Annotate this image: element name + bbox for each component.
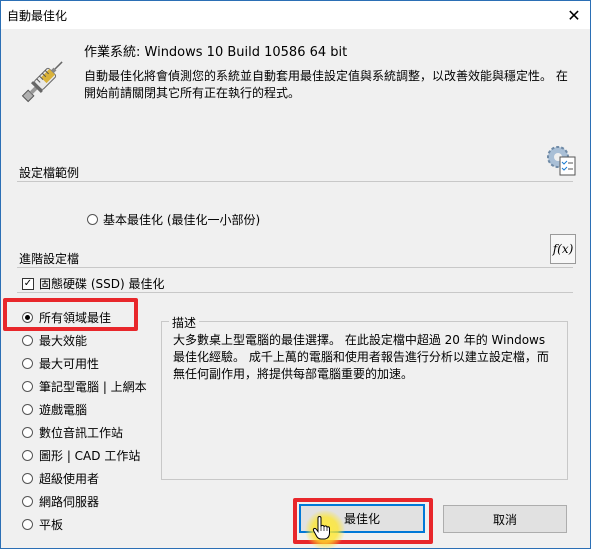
- option-radio[interactable]: [22, 427, 33, 438]
- option-label: 數位音訊工作站: [39, 426, 124, 440]
- option-label: 平板: [39, 518, 64, 532]
- option-radio[interactable]: [22, 519, 33, 530]
- option-tablet[interactable]: 平板: [22, 513, 147, 536]
- option-audio-workstation[interactable]: 數位音訊工作站: [22, 421, 147, 444]
- advanced-divider: [17, 267, 573, 268]
- profile-options: 所有領域最佳 最大效能 最大可用性 筆記型電腦 | 上網本 遊戲電腦 數位音訊工…: [22, 306, 147, 536]
- close-icon[interactable]: ✕: [558, 1, 590, 29]
- advanced-section-label: 進階設定檔: [19, 252, 80, 266]
- option-label: 遊戲電腦: [39, 403, 88, 417]
- option-network-server[interactable]: 網路伺服器: [22, 490, 147, 513]
- option-radio[interactable]: [22, 335, 33, 346]
- basic-option-label: 基本最佳化 (最佳化一小部份): [103, 213, 261, 227]
- option-power-user[interactable]: 超級使用者: [22, 467, 147, 490]
- option-label: 超級使用者: [39, 472, 100, 486]
- option-radio[interactable]: [22, 496, 33, 507]
- option-label: 圖形 | CAD 工作站: [39, 449, 141, 463]
- profile-divider: [17, 181, 573, 182]
- description-title: 描述: [169, 314, 200, 331]
- ssd-label: 固態硬碟 (SSD) 最佳化: [39, 277, 165, 291]
- option-gaming-pc[interactable]: 遊戲電腦: [22, 398, 147, 421]
- fx-button[interactable]: f(x): [550, 234, 576, 264]
- option-max-usability[interactable]: 最大可用性: [22, 352, 147, 375]
- syringe-icon: [15, 53, 71, 109]
- option-label: 筆記型電腦 | 上網本: [39, 380, 147, 394]
- option-label: 最大可用性: [39, 357, 100, 371]
- option-radio[interactable]: [22, 381, 33, 392]
- window-title: 自動最佳化: [7, 9, 68, 23]
- profile-section-label: 設定檔範例: [19, 166, 80, 180]
- ssd-checkbox[interactable]: ✓: [22, 277, 34, 290]
- option-cad-workstation[interactable]: 圖形 | CAD 工作站: [22, 444, 147, 467]
- hand-cursor-icon: [312, 515, 332, 540]
- basic-option[interactable]: 基本最佳化 (最佳化一小部份): [87, 211, 260, 228]
- cancel-button[interactable]: 取消: [443, 505, 567, 533]
- selected-option-highlight: [3, 298, 138, 331]
- os-info: 作業系統: Windows 10 Build 10586 64 bit: [84, 45, 348, 60]
- ssd-divider: [17, 292, 573, 293]
- option-radio[interactable]: [22, 450, 33, 461]
- option-max-performance[interactable]: 最大效能: [22, 329, 147, 352]
- description-text: 大多數桌上型電腦的最佳選擇。 在此設定檔中超過 20 年的 Windows 最佳…: [173, 333, 549, 381]
- gear-checklist-icon[interactable]: [544, 143, 578, 177]
- basic-option-radio[interactable]: [87, 214, 98, 225]
- ssd-option[interactable]: ✓ 固態硬碟 (SSD) 最佳化: [22, 275, 164, 292]
- option-radio[interactable]: [22, 358, 33, 369]
- option-laptop[interactable]: 筆記型電腦 | 上網本: [22, 375, 147, 398]
- option-label: 網路伺服器: [39, 495, 100, 509]
- option-radio[interactable]: [22, 473, 33, 484]
- intro-text: 自動最佳化將會偵測您的系統並自動套用最佳設定值與系統調整，以改善效能與穩定性。 …: [84, 69, 568, 100]
- title-bar: 自動最佳化 ✕: [1, 1, 590, 29]
- option-radio[interactable]: [22, 404, 33, 415]
- auto-optimize-dialog: 自動最佳化 ✕ 作業系統: Windows 10 Build 10586 64 …: [0, 0, 591, 550]
- option-label: 最大效能: [39, 334, 88, 348]
